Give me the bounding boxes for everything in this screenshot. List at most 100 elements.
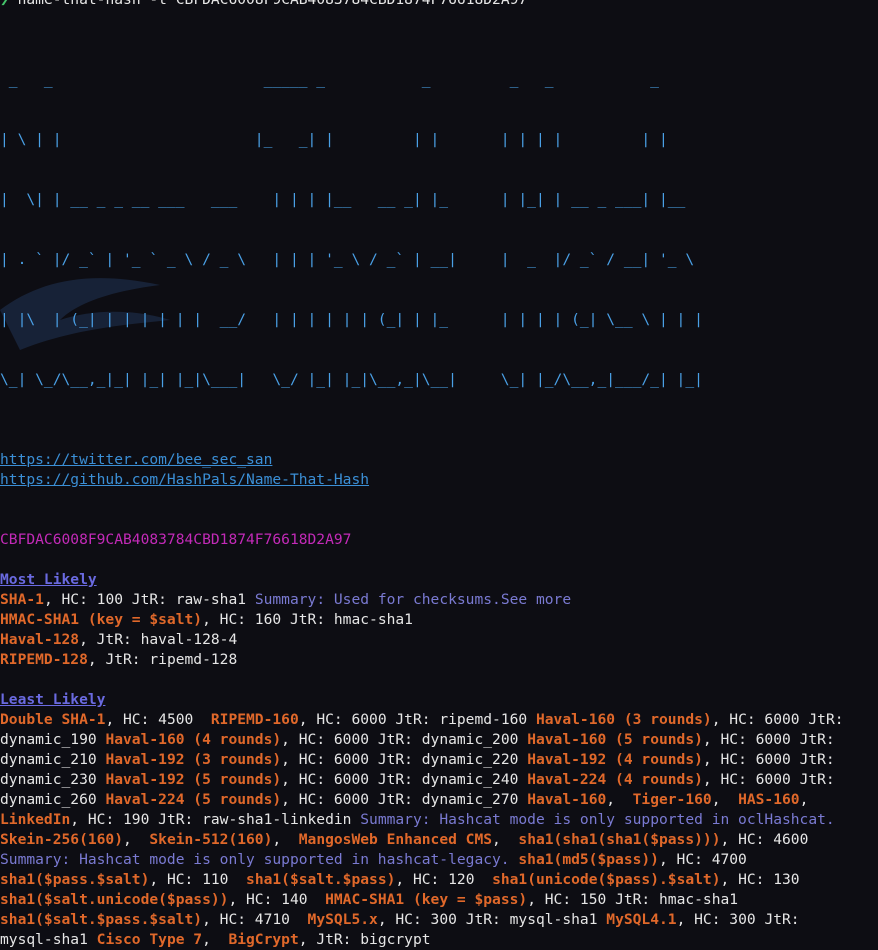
hash-type-name: sha1(sha1(sha1($pass))) xyxy=(518,831,721,848)
banner-line: | \| | __ _ _ __ ___ ___ | | | |__ __ _|… xyxy=(0,191,686,208)
hash-details: , HC: 160 JtR: hmac-sha1 xyxy=(202,611,413,628)
banner-line: _ _ _____ _ _ _ _ _ xyxy=(0,71,659,88)
hash-details: , HC: 190 JtR: raw-sha1-linkedin xyxy=(70,811,361,828)
hash-type-name: HMAC-SHA1 (key = $pass) xyxy=(325,891,528,908)
hash-type-name: MangosWeb Enhanced CMS xyxy=(298,831,493,848)
hash-details: , HC: 6000 JtR: xyxy=(711,711,844,728)
hash-details: , HC: 4700 xyxy=(658,851,747,868)
result-line: sha1($salt.$pass.$salt), HC: 4710 MySQL5… xyxy=(0,910,878,930)
hash-details: dynamic_190 xyxy=(0,731,106,748)
hash-type-name: sha1(md5($pass)) xyxy=(518,851,659,868)
hash-details: , xyxy=(272,831,299,848)
banner-line: | \ | | |_ _| | | | | | | | | | xyxy=(0,131,668,148)
result-line: dynamic_210 Haval-192 (3 rounds), HC: 60… xyxy=(0,750,878,770)
hash-type-name: LinkedIn xyxy=(0,811,71,828)
hash-type-name: Haval-160 (4 rounds) xyxy=(105,731,282,748)
hash-type-name: sha1($salt.$pass) xyxy=(246,871,396,888)
hash-details: , HC: 110 xyxy=(149,871,247,888)
hash-type-name: Haval-224 (4 rounds) xyxy=(527,771,703,788)
hash-details: , HC: 6000 JtR: dynamic_270 xyxy=(281,791,528,808)
result-line: HMAC-SHA1 (key = $salt), HC: 160 JtR: hm… xyxy=(0,610,878,630)
hash-type-name: Haval-160 xyxy=(527,791,607,808)
hash-details: , JtR: ripemd-128 xyxy=(87,651,238,668)
result-line: dynamic_260 Haval-224 (5 rounds), HC: 60… xyxy=(0,790,878,810)
hash-type-name: Skein-256(160) xyxy=(0,831,124,848)
result-line: dynamic_190 Haval-160 (4 rounds), HC: 60… xyxy=(0,730,878,750)
hash-summary: Summary: Hashcat mode is only supported … xyxy=(0,851,519,868)
hash-type-name: Haval-224 (5 rounds) xyxy=(105,791,282,808)
hash-details: , HC: 300 JtR: mysql-sha1 xyxy=(377,911,607,928)
hash-details: , JtR: bigcrypt xyxy=(298,931,431,948)
banner-line: \_| \_/\__,_|_| |_| |_|\___| \_/ |_| |_|… xyxy=(0,371,703,388)
hash-details: , HC: 6000 JtR: xyxy=(702,771,835,788)
hash-details: , xyxy=(492,831,519,848)
result-line: dynamic_230 Haval-192 (5 rounds), HC: 60… xyxy=(0,770,878,790)
hash-type-name: HMAC-SHA1 (key = $salt) xyxy=(0,611,203,628)
hash-details: , HC: 4500 xyxy=(105,711,211,728)
hash-details: , HC: 6000 JtR: dynamic_200 xyxy=(281,731,528,748)
banner-line: | . ` |/ _` | '_ ` _ \ / _ \ | | | '_ \ … xyxy=(0,251,695,268)
hash-type-name: Haval-192 (5 rounds) xyxy=(105,771,282,788)
result-line: SHA-1, HC: 100 JtR: raw-sha1 Summary: Us… xyxy=(0,590,878,610)
github-link[interactable]: https://github.com/HashPals/Name-That-Ha… xyxy=(0,471,369,488)
hash-summary: Summary: Used for checksums.See more xyxy=(254,591,572,608)
hash-type-name: RIPEMD-128 xyxy=(0,651,88,668)
hash-type-name: sha1($salt.unicode($pass)) xyxy=(0,891,229,908)
hash-type-name: Skein-512(160) xyxy=(149,831,273,848)
hash-type-name: Haval-160 (5 rounds) xyxy=(527,731,703,748)
command-text: name-that-hash -t CBFDAC6008F9CAB4083784… xyxy=(18,0,528,8)
hash-details: , HC: 130 xyxy=(720,871,800,888)
hash-type-name: Haval-128 xyxy=(0,631,80,648)
ascii-banner: _ _ _____ _ _ _ _ _ | \ | | |_ _| | | | … xyxy=(0,30,878,430)
input-hash: CBFDAC6008F9CAB4083784CBD1874F76618D2A97 xyxy=(0,531,352,548)
result-line: sha1($pass.$salt), HC: 110 sha1($salt.$p… xyxy=(0,870,878,890)
hash-details: , xyxy=(711,791,739,808)
banner-line: | |\ | (_| | | | | | | __/ | | | | | | (… xyxy=(0,311,703,328)
hash-details: , JtR: haval-128-4 xyxy=(79,631,238,648)
hash-details: , xyxy=(606,791,633,808)
hash-details: dynamic_210 xyxy=(0,751,106,768)
hash-details: , xyxy=(799,791,809,808)
hash-details: , HC: 4710 xyxy=(202,911,308,928)
result-line: mysql-sha1 Cisco Type 7, BigCrypt, JtR: … xyxy=(0,930,878,950)
result-line: RIPEMD-128, JtR: ripemd-128 xyxy=(0,650,878,670)
hash-details: , HC: 100 JtR: raw-sha1 xyxy=(43,591,255,608)
hash-type-name: MySQL4.1 xyxy=(606,911,677,928)
hash-details: , HC: 6000 JtR: xyxy=(702,751,835,768)
hash-details: , HC: 4600 xyxy=(720,831,809,848)
hash-summary: Summary: Hashcat mode is only supported … xyxy=(360,811,835,828)
hash-details: dynamic_230 xyxy=(0,771,106,788)
most-likely-list: SHA-1, HC: 100 JtR: raw-sha1 Summary: Us… xyxy=(0,590,878,670)
most-likely-heading: Most Likely xyxy=(0,571,97,588)
terminal-output: ❯ name-that-hash -t CBFDAC6008F9CAB40837… xyxy=(0,0,878,950)
hash-type-name: HAS-160 xyxy=(738,791,800,808)
prompt-arrow-icon: ❯ xyxy=(0,0,9,8)
result-line: Summary: Hashcat mode is only supported … xyxy=(0,850,878,870)
least-likely-heading: Least Likely xyxy=(0,691,106,708)
hash-details: , xyxy=(202,931,229,948)
result-line: sha1($salt.unicode($pass)), HC: 140 HMAC… xyxy=(0,890,878,910)
hash-details: , xyxy=(123,831,150,848)
hash-details: , HC: 300 JtR: xyxy=(676,911,800,928)
hash-type-name: Haval-192 (3 rounds) xyxy=(105,751,282,768)
hash-type-name: MySQL5.x xyxy=(307,911,378,928)
hash-details: mysql-sha1 xyxy=(0,931,97,948)
hash-details: , HC: 6000 JtR: xyxy=(702,731,835,748)
hash-details: , HC: 140 xyxy=(228,891,326,908)
hash-type-name: Tiger-160 xyxy=(632,791,712,808)
hash-type-name: Haval-192 (4 rounds) xyxy=(527,751,703,768)
hash-details: , HC: 150 JtR: hmac-sha1 xyxy=(527,891,739,908)
hash-details: dynamic_260 xyxy=(0,791,106,808)
hash-details: , HC: 6000 JtR: dynamic_240 xyxy=(281,771,528,788)
hash-details: , HC: 6000 JtR: dynamic_220 xyxy=(281,751,528,768)
result-line: Haval-128, JtR: haval-128-4 xyxy=(0,630,878,650)
result-line: Double SHA-1, HC: 4500 RIPEMD-160, HC: 6… xyxy=(0,710,878,730)
hash-type-name: Haval-160 (3 rounds) xyxy=(535,711,712,728)
hash-type-name: sha1(unicode($pass).$salt) xyxy=(492,871,721,888)
hash-type-name: SHA-1 xyxy=(0,591,44,608)
twitter-link[interactable]: https://twitter.com/bee_sec_san xyxy=(0,451,272,468)
hash-type-name: BigCrypt xyxy=(228,931,299,948)
hash-type-name: sha1($salt.$pass.$salt) xyxy=(0,911,203,928)
hash-type-name: RIPEMD-160 xyxy=(210,711,299,728)
result-line: Skein-256(160), Skein-512(160), MangosWe… xyxy=(0,830,878,850)
